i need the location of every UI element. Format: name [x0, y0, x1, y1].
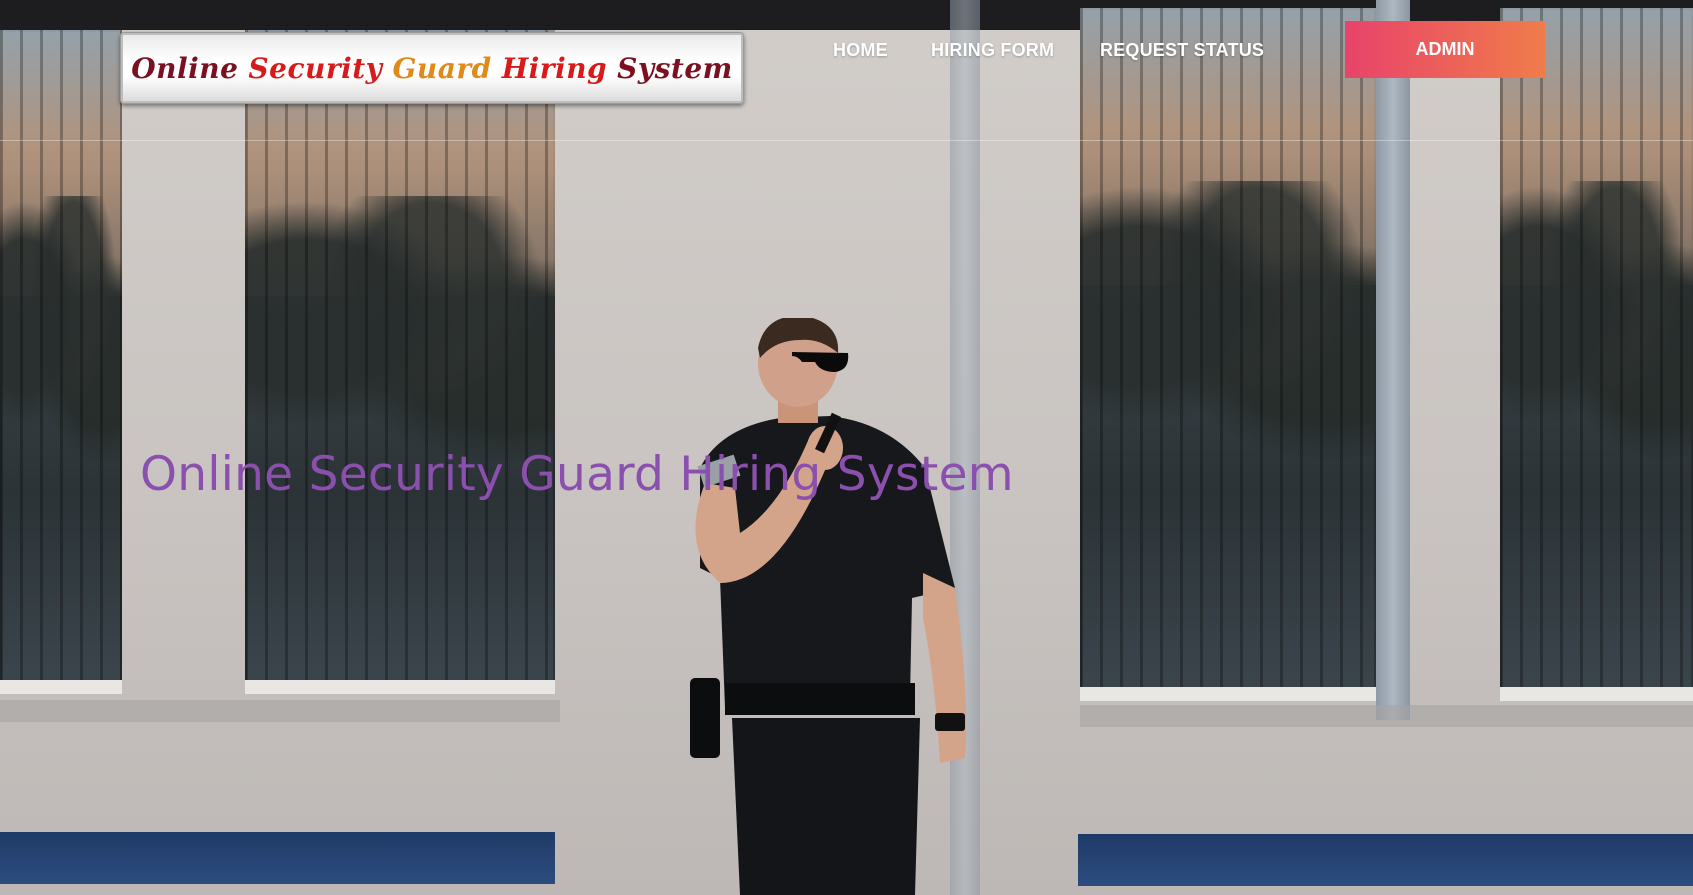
building-window: [0, 30, 122, 694]
logo-word: Hiring: [501, 51, 608, 85]
logo-word: System: [617, 51, 733, 85]
building-window: [245, 30, 555, 694]
window-ledge: [0, 700, 560, 722]
pillar-shadow: [1376, 0, 1410, 720]
nav-hiring-form[interactable]: HIRING FORM: [931, 38, 1054, 62]
header-divider: [0, 140, 1693, 141]
building-window: [1080, 8, 1376, 701]
logo-word: Guard: [392, 51, 492, 85]
logo-word: Security: [248, 51, 383, 85]
hero-title: Online Security Guard Hiring System: [140, 447, 1014, 503]
window-ledge: [1080, 705, 1693, 727]
security-guard-figure: [690, 318, 967, 895]
nav-home[interactable]: HOME: [833, 38, 888, 62]
lower-window-strip: [0, 832, 555, 884]
site-logo[interactable]: Online Security Guard Hiring System: [120, 32, 744, 104]
nav-request-status[interactable]: REQUEST STATUS: [1100, 38, 1264, 62]
landing-page: Online Security Guard Hiring System HOME…: [0, 0, 1693, 895]
nav-admin-button[interactable]: ADMIN: [1345, 21, 1545, 78]
lower-window-strip: [1078, 834, 1693, 886]
building-window: [1500, 8, 1693, 701]
logo-word: Online: [131, 51, 239, 85]
